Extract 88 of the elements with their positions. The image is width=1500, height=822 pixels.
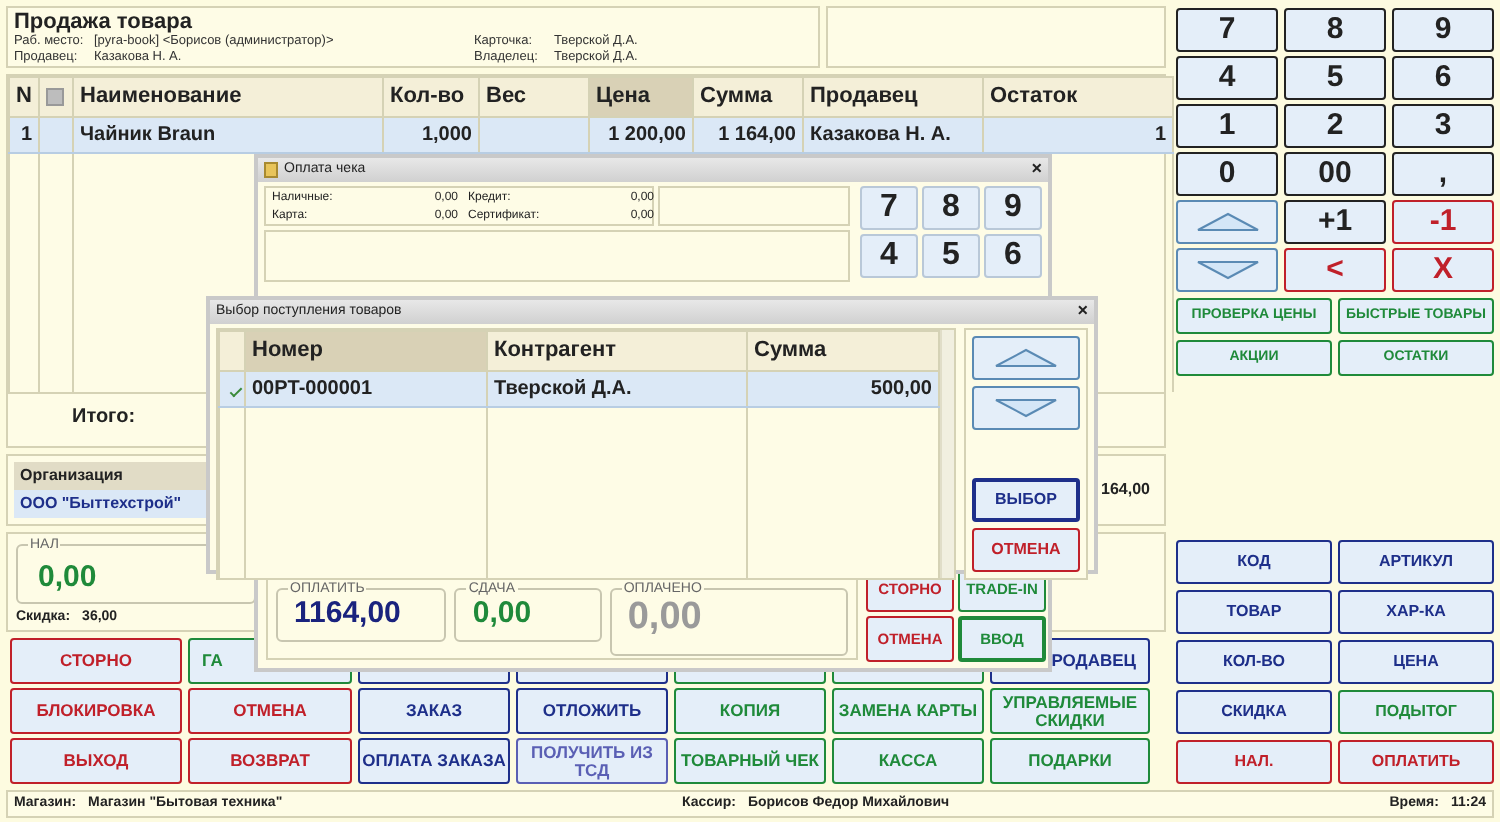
action-button[interactable]: КАССА <box>832 738 984 784</box>
close-button[interactable]: × <box>1077 298 1088 326</box>
column-header[interactable]: Цена <box>589 77 693 116</box>
action-button[interactable]: ПОДЫТОГ <box>1338 690 1494 734</box>
keypad-key[interactable]: 7 <box>1176 8 1278 51</box>
action-button[interactable]: ТОВАР <box>1176 590 1332 634</box>
keypad-key[interactable]: X <box>1392 248 1494 291</box>
keypad-key[interactable]: 1 <box>1176 104 1278 147</box>
action-button[interactable]: СТОРНО <box>10 638 182 684</box>
action-button[interactable]: ВОЗВРАТ <box>188 738 352 784</box>
keypad-key[interactable]: +1 <box>1284 200 1386 243</box>
action-button[interactable]: КОПИЯ <box>674 688 826 734</box>
close-button[interactable]: × <box>1031 156 1042 184</box>
keypad-key[interactable]: 9 <box>1392 8 1494 51</box>
keypad-key[interactable]: 4 <box>1176 56 1278 99</box>
action-button[interactable]: НАЛ. <box>1176 740 1332 784</box>
table-cell: 500,00 <box>747 370 939 406</box>
table-cell: 1 <box>9 116 39 152</box>
cash-amount: 0,00 <box>36 558 97 598</box>
window-icon <box>264 162 278 178</box>
action-button[interactable]: ПОДАРКИ <box>990 738 1150 784</box>
column-header[interactable]: Кол-во <box>383 77 479 116</box>
action-button[interactable]: ХАР-КА <box>1338 590 1494 634</box>
keypad-key[interactable]: , <box>1392 152 1494 195</box>
action-button[interactable]: ЗАКАЗ <box>358 688 510 734</box>
action-button[interactable]: АРТИКУЛ <box>1338 540 1494 584</box>
table-cell: Тверской Д.А. <box>487 370 747 406</box>
action-button[interactable]: ОТЛОЖИТЬ <box>516 688 668 734</box>
action-button[interactable]: БЛОКИРОВКА <box>10 688 182 734</box>
keypad-key[interactable]: 6 <box>1392 56 1494 99</box>
down-arrow-icon <box>992 396 1060 420</box>
action-button[interactable]: ЗАМЕНА КАРТЫ <box>832 688 984 734</box>
column-header[interactable]: Номер <box>245 331 487 370</box>
keypad-key[interactable]: 4 <box>860 234 918 278</box>
action-button[interactable]: ПОЛУЧИТЬ ИЗ ТСД <box>516 738 668 784</box>
action-button[interactable]: ОПЛАТИТЬ <box>1338 740 1494 784</box>
column-header[interactable]: Контрагент <box>487 331 747 370</box>
action-button[interactable]: УПРАВЛЯЕМЫЕ СКИДКИ <box>990 688 1150 734</box>
keypad-key[interactable]: 6 <box>984 234 1042 278</box>
total-value: 164,00 <box>1101 478 1152 502</box>
column-header[interactable]: N <box>9 77 39 116</box>
amount-value: 0,00 <box>625 594 702 640</box>
action-button[interactable]: ТОВАРНЫЙ ЧЕК <box>674 738 826 784</box>
keypad-key[interactable]: 7 <box>860 186 918 230</box>
keypad-key[interactable]: 3 <box>1392 104 1494 147</box>
column-header[interactable]: Вес <box>479 77 589 116</box>
table-cell: 1 <box>983 116 1173 152</box>
dialog-button[interactable]: ВЫБОР <box>972 478 1080 522</box>
table-cell: Казакова Н. А. <box>803 116 983 152</box>
dialog-button[interactable] <box>972 386 1080 430</box>
action-button[interactable]: ОТМЕНА <box>188 688 352 734</box>
keypad-key[interactable]: 9 <box>984 186 1042 230</box>
column-header[interactable]: Наименование <box>73 77 383 116</box>
table-cell: 1,000 <box>383 116 479 152</box>
keypad-key[interactable]: 00 <box>1284 152 1386 195</box>
column-header[interactable]: Сумма <box>693 77 803 116</box>
keypad-key[interactable] <box>1176 248 1278 291</box>
down-arrow-icon <box>1193 257 1261 282</box>
keypad-key[interactable]: 0 <box>1176 152 1278 195</box>
table-cell: 1 200,00 <box>589 116 693 152</box>
amount-value: 0,00 <box>470 595 532 631</box>
keypad-key[interactable]: 5 <box>1284 56 1386 99</box>
dialog-button[interactable] <box>972 336 1080 380</box>
keypad-key[interactable]: 8 <box>922 186 980 230</box>
page-title: Продажа товара <box>14 10 194 34</box>
keypad-key[interactable]: 5 <box>922 234 980 278</box>
up-arrow-icon <box>992 346 1060 370</box>
table-cell: Чайник Braun <box>73 116 383 152</box>
table-cell: 00PT-000001 <box>245 370 487 406</box>
amount-value: 1164,00 <box>292 594 401 631</box>
action-button[interactable]: КОД <box>1176 540 1332 584</box>
up-arrow-icon <box>1193 209 1261 234</box>
dialog-button[interactable]: ОТМЕНА <box>972 528 1080 572</box>
checkbox-icon <box>46 87 64 106</box>
action-button[interactable]: СКИДКА <box>1176 690 1332 734</box>
action-button[interactable]: ВЫХОД <box>10 738 182 784</box>
keypad-key[interactable]: 2 <box>1284 104 1386 147</box>
keypad-key[interactable]: -1 <box>1392 200 1494 243</box>
keypad-key[interactable]: 8 <box>1284 8 1386 51</box>
keypad-key[interactable] <box>1176 200 1278 243</box>
column-header[interactable]: Продавец <box>803 77 983 116</box>
action-button[interactable]: ЦЕНА <box>1338 640 1494 684</box>
keypad-key[interactable]: < <box>1284 248 1386 291</box>
column-header[interactable]: Остаток <box>983 77 1173 116</box>
action-button[interactable]: КОЛ-ВО <box>1176 640 1332 684</box>
column-header[interactable]: Сумма <box>747 331 939 370</box>
action-button[interactable]: ОПЛАТА ЗАКАЗА <box>358 738 510 784</box>
table-cell: 1 164,00 <box>693 116 803 152</box>
